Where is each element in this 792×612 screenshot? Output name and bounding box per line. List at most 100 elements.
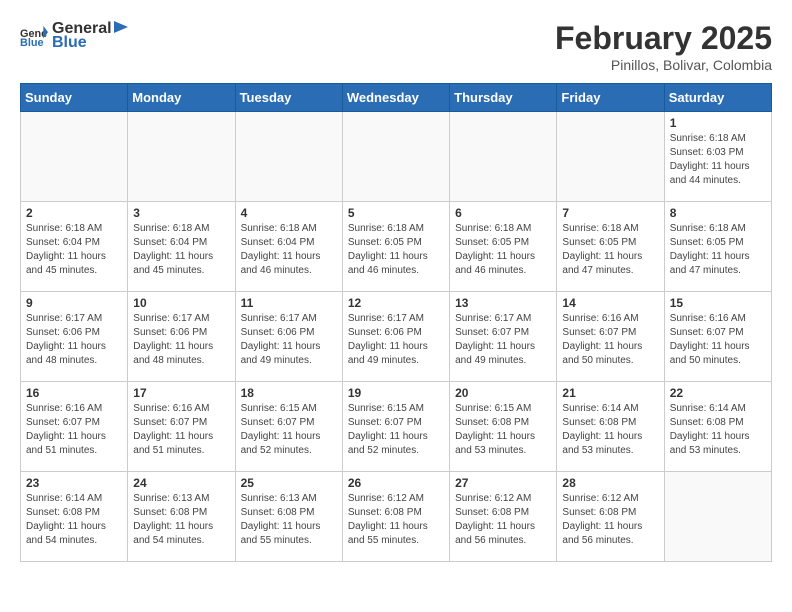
logo-icon: General Blue xyxy=(20,24,48,48)
day-info: Sunrise: 6:12 AM Sunset: 6:08 PM Dayligh… xyxy=(455,492,551,548)
calendar-day-3: 3 Sunrise: 6:18 AM Sunset: 6:04 PM Daylig… xyxy=(128,202,235,292)
day-info: Sunrise: 6:13 AM Sunset: 6:08 PM Dayligh… xyxy=(241,492,337,548)
calendar-day-empty xyxy=(128,112,235,202)
calendar-week-row: 23 Sunrise: 6:14 AM Sunset: 6:08 PM Dayli… xyxy=(21,472,772,562)
day-number: 14 xyxy=(562,296,658,310)
calendar-header-row: SundayMondayTuesdayWednesdayThursdayFrid… xyxy=(21,84,772,112)
day-info: Sunrise: 6:15 AM Sunset: 6:07 PM Dayligh… xyxy=(348,402,444,458)
day-info: Sunrise: 6:18 AM Sunset: 6:05 PM Dayligh… xyxy=(670,222,766,278)
calendar-table: SundayMondayTuesdayWednesdayThursdayFrid… xyxy=(20,83,772,562)
calendar-day-22: 22 Sunrise: 6:14 AM Sunset: 6:08 PM Dayli… xyxy=(664,382,771,472)
day-number: 19 xyxy=(348,386,444,400)
day-header-tuesday: Tuesday xyxy=(235,84,342,112)
calendar-day-12: 12Sunrise: 6:17 AM Sunset: 6:06 PM Dayli… xyxy=(342,292,449,382)
calendar-day-empty xyxy=(21,112,128,202)
calendar-day-17: 17 Sunrise: 6:16 AM Sunset: 6:07 PM Dayli… xyxy=(128,382,235,472)
calendar-day-7: 7 Sunrise: 6:18 AM Sunset: 6:05 PM Daylig… xyxy=(557,202,664,292)
day-number: 15 xyxy=(670,296,766,310)
day-info: Sunrise: 6:14 AM Sunset: 6:08 PM Dayligh… xyxy=(562,402,658,458)
day-header-wednesday: Wednesday xyxy=(342,84,449,112)
day-info: Sunrise: 6:16 AM Sunset: 6:07 PM Dayligh… xyxy=(133,402,229,458)
day-info: Sunrise: 6:16 AM Sunset: 6:07 PM Dayligh… xyxy=(26,402,122,458)
day-number: 8 xyxy=(670,206,766,220)
page-header: General Blue General Blue February 2025 … xyxy=(20,20,772,73)
day-number: 2 xyxy=(26,206,122,220)
day-number: 28 xyxy=(562,476,658,490)
day-number: 21 xyxy=(562,386,658,400)
calendar-week-row: 9Sunrise: 6:17 AM Sunset: 6:06 PM Daylig… xyxy=(21,292,772,382)
day-info: Sunrise: 6:18 AM Sunset: 6:04 PM Dayligh… xyxy=(26,222,122,278)
day-number: 18 xyxy=(241,386,337,400)
day-header-thursday: Thursday xyxy=(450,84,557,112)
calendar-day-2: 2 Sunrise: 6:18 AM Sunset: 6:04 PM Daylig… xyxy=(21,202,128,292)
day-info: Sunrise: 6:14 AM Sunset: 6:08 PM Dayligh… xyxy=(26,492,122,548)
calendar-day-empty xyxy=(235,112,342,202)
calendar-day-24: 24 Sunrise: 6:13 AM Sunset: 6:08 PM Dayli… xyxy=(128,472,235,562)
day-info: Sunrise: 6:15 AM Sunset: 6:07 PM Dayligh… xyxy=(241,402,337,458)
calendar-day-empty xyxy=(342,112,449,202)
day-number: 20 xyxy=(455,386,551,400)
location: Pinillos, Bolivar, Colombia xyxy=(555,57,772,73)
calendar-day-empty xyxy=(557,112,664,202)
calendar-day-empty xyxy=(450,112,557,202)
calendar-day-19: 19 Sunrise: 6:15 AM Sunset: 6:07 PM Dayli… xyxy=(342,382,449,472)
day-number: 17 xyxy=(133,386,229,400)
calendar-day-20: 20 Sunrise: 6:15 AM Sunset: 6:08 PM Dayli… xyxy=(450,382,557,472)
day-info: Sunrise: 6:13 AM Sunset: 6:08 PM Dayligh… xyxy=(133,492,229,548)
day-number: 3 xyxy=(133,206,229,220)
day-number: 23 xyxy=(26,476,122,490)
logo-triangle-icon xyxy=(114,21,128,33)
day-info: Sunrise: 6:18 AM Sunset: 6:05 PM Dayligh… xyxy=(455,222,551,278)
day-info: Sunrise: 6:18 AM Sunset: 6:03 PM Dayligh… xyxy=(670,132,766,188)
calendar-day-15: 15Sunrise: 6:16 AM Sunset: 6:07 PM Dayli… xyxy=(664,292,771,382)
logo: General Blue General Blue xyxy=(20,20,128,52)
calendar-day-10: 10 Sunrise: 6:17 AM Sunset: 6:06 PM Dayli… xyxy=(128,292,235,382)
month-title: February 2025 xyxy=(555,20,772,57)
calendar-day-25: 25 Sunrise: 6:13 AM Sunset: 6:08 PM Dayli… xyxy=(235,472,342,562)
calendar-day-13: 13Sunrise: 6:17 AM Sunset: 6:07 PM Dayli… xyxy=(450,292,557,382)
day-number: 11 xyxy=(241,296,337,310)
day-number: 10 xyxy=(133,296,229,310)
day-info: Sunrise: 6:18 AM Sunset: 6:04 PM Dayligh… xyxy=(241,222,337,278)
day-number: 12 xyxy=(348,296,444,310)
day-number: 25 xyxy=(241,476,337,490)
calendar-day-21: 21 Sunrise: 6:14 AM Sunset: 6:08 PM Dayli… xyxy=(557,382,664,472)
day-info: Sunrise: 6:17 AM Sunset: 6:07 PM Dayligh… xyxy=(455,312,551,368)
calendar-week-row: 2 Sunrise: 6:18 AM Sunset: 6:04 PM Daylig… xyxy=(21,202,772,292)
day-number: 16 xyxy=(26,386,122,400)
day-header-saturday: Saturday xyxy=(664,84,771,112)
calendar-day-14: 14 Sunrise: 6:16 AM Sunset: 6:07 PM Dayli… xyxy=(557,292,664,382)
day-number: 1 xyxy=(670,116,766,130)
calendar-day-9: 9Sunrise: 6:17 AM Sunset: 6:06 PM Daylig… xyxy=(21,292,128,382)
calendar-day-empty xyxy=(664,472,771,562)
day-info: Sunrise: 6:12 AM Sunset: 6:08 PM Dayligh… xyxy=(562,492,658,548)
calendar-day-26: 26 Sunrise: 6:12 AM Sunset: 6:08 PM Dayli… xyxy=(342,472,449,562)
day-info: Sunrise: 6:17 AM Sunset: 6:06 PM Dayligh… xyxy=(133,312,229,368)
calendar-day-4: 4Sunrise: 6:18 AM Sunset: 6:04 PM Daylig… xyxy=(235,202,342,292)
day-number: 7 xyxy=(562,206,658,220)
day-info: Sunrise: 6:18 AM Sunset: 6:05 PM Dayligh… xyxy=(348,222,444,278)
day-number: 27 xyxy=(455,476,551,490)
day-header-sunday: Sunday xyxy=(21,84,128,112)
title-section: February 2025 Pinillos, Bolivar, Colombi… xyxy=(555,20,772,73)
calendar-day-8: 8 Sunrise: 6:18 AM Sunset: 6:05 PM Daylig… xyxy=(664,202,771,292)
day-info: Sunrise: 6:17 AM Sunset: 6:06 PM Dayligh… xyxy=(26,312,122,368)
day-number: 24 xyxy=(133,476,229,490)
calendar-week-row: 16 Sunrise: 6:16 AM Sunset: 6:07 PM Dayli… xyxy=(21,382,772,472)
day-info: Sunrise: 6:14 AM Sunset: 6:08 PM Dayligh… xyxy=(670,402,766,458)
svg-text:Blue: Blue xyxy=(20,37,44,48)
day-info: Sunrise: 6:15 AM Sunset: 6:08 PM Dayligh… xyxy=(455,402,551,458)
calendar-day-16: 16 Sunrise: 6:16 AM Sunset: 6:07 PM Dayli… xyxy=(21,382,128,472)
day-info: Sunrise: 6:18 AM Sunset: 6:04 PM Dayligh… xyxy=(133,222,229,278)
calendar-day-27: 27 Sunrise: 6:12 AM Sunset: 6:08 PM Dayli… xyxy=(450,472,557,562)
day-number: 22 xyxy=(670,386,766,400)
calendar-day-28: 28 Sunrise: 6:12 AM Sunset: 6:08 PM Dayli… xyxy=(557,472,664,562)
day-info: Sunrise: 6:16 AM Sunset: 6:07 PM Dayligh… xyxy=(562,312,658,368)
day-number: 26 xyxy=(348,476,444,490)
day-header-monday: Monday xyxy=(128,84,235,112)
day-info: Sunrise: 6:18 AM Sunset: 6:05 PM Dayligh… xyxy=(562,222,658,278)
calendar-day-6: 6Sunrise: 6:18 AM Sunset: 6:05 PM Daylig… xyxy=(450,202,557,292)
calendar-day-5: 5Sunrise: 6:18 AM Sunset: 6:05 PM Daylig… xyxy=(342,202,449,292)
calendar-day-1: 1 Sunrise: 6:18 AM Sunset: 6:03 PM Daylig… xyxy=(664,112,771,202)
day-info: Sunrise: 6:12 AM Sunset: 6:08 PM Dayligh… xyxy=(348,492,444,548)
